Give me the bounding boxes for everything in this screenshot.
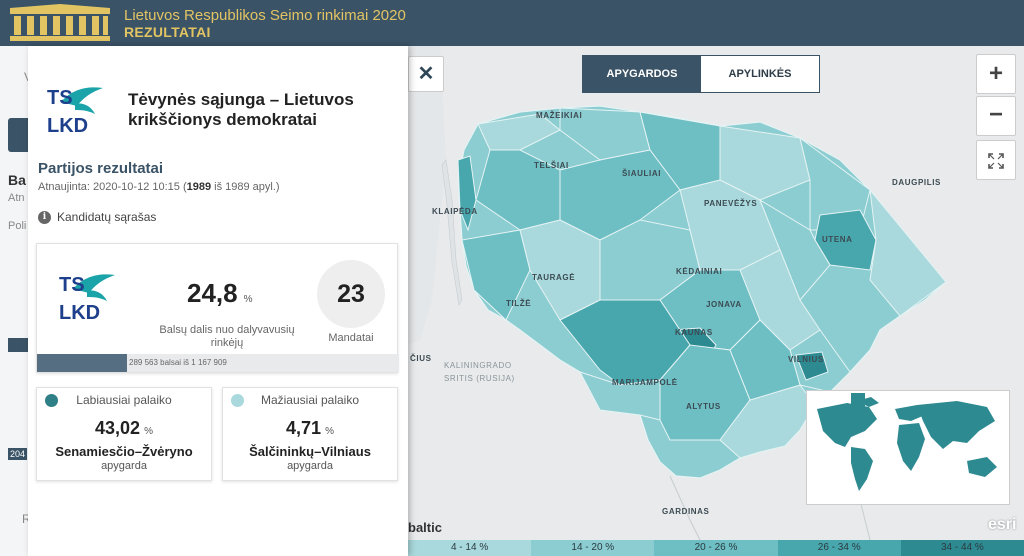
info-icon: i [38,210,51,224]
seats-label: Mandatai [328,332,374,344]
legend-item: 34 - 44 % [900,540,1024,556]
vote-progress-fill [37,354,127,372]
map-legend: 4 - 14 % 14 - 20 % 20 - 26 % 26 - 34 % 3… [408,540,1024,556]
world-map-icon [817,393,997,491]
bg-bar [8,338,28,352]
zoom-in-button[interactable]: + [976,54,1016,94]
map-label: TELŠIAI [534,161,569,170]
map-label: MAŽEIKIAI [536,111,582,120]
party-logo-text: TS [59,274,85,296]
card-title: Mažiausiai palaiko [260,393,360,407]
legend-item: 26 - 34 % [777,540,901,556]
bg-label: 204 [8,448,28,460]
section-title: Partijos rezultatai [38,160,164,177]
party-logo-icon: TS LKD [47,87,103,136]
least-support-card[interactable]: Mažiausiai palaiko 4,71% Šalčininkų–Viln… [222,387,398,481]
updated-text: Atnaujinta: 2020-10-12 10:15 (1989 iš 19… [38,181,280,193]
legend-item: 14 - 20 % [531,540,655,556]
party-logo-text: TS [47,87,73,109]
candidates-link[interactable]: i Kandidatų sąrašas [38,210,156,224]
map-label: PANEVĖŽYS [704,199,757,208]
vote-share: 24,8% [187,278,253,308]
map-label: KAUNAS [675,328,713,337]
map-label: GARDINAS [662,507,710,516]
map-label: TILŽĖ [506,299,531,308]
party-logo-icon: TS LKD [59,274,115,324]
close-panel-button[interactable]: ✕ [408,56,444,92]
map-label: JONAVA [706,300,742,309]
map-label: MARIJAMPOLĖ [612,378,678,387]
view-toggle[interactable]: APYGARDOS APYLINKĖS [582,55,820,93]
toggle-apylinkes[interactable]: APYLINKĖS [701,56,819,92]
map-label: UTENA [822,235,853,244]
party-logo-text: LKD [59,302,100,324]
candidates-link-label: Kandidatų sąrašas [57,210,157,224]
seimas-logo-icon [10,4,110,41]
card-value: 43,02% [95,418,153,438]
map-region-label: KALININGRADO [444,361,512,370]
bg-button[interactable] [8,118,30,152]
party-name: Tėvynės sąjunga – Lietuvos krikščionys d… [128,90,354,129]
fullscreen-icon [988,153,1004,169]
map-label: KĖDAINIAI [676,267,722,276]
map-label: DAUGPILIS [892,178,941,187]
map-label: KLAIPĖDA [432,207,478,216]
party-results-panel: TS LKD Tėvynės sąjunga – Lietuvos krikšč… [28,46,408,556]
map-label: ALYTUS [686,402,721,411]
vote-progress-bar: 289 563 balsai iš 1 167 909 [37,354,399,372]
bg-label: Ba [8,172,26,188]
toggle-apygardos[interactable]: APYGARDOS [583,56,701,92]
attribution-baltic: baltic [408,520,442,535]
map-label: ČIUS [410,354,432,363]
district-type: apygarda [101,460,147,472]
bg-label: Atn [8,192,25,204]
district-name: Senamiesčio–Žvėryno [55,444,193,459]
fullscreen-button[interactable] [976,140,1016,180]
app-header: Lietuvos Respublikos Seimo rinkimai 2020… [0,0,1024,46]
map-region-label: SRITIS (RUSIJA) [444,374,515,383]
vote-share-label: Balsų dalis nuo dalyvavusių rinkėjų [159,324,295,349]
most-support-card[interactable]: Labiausiai palaiko 43,02% Senamiesčio–Žv… [36,387,212,481]
legend-item: 20 - 26 % [654,540,778,556]
map-label: TAURAGĖ [532,273,575,282]
world-overview-map[interactable] [806,390,1010,505]
card-value: 4,71% [286,418,334,438]
district-name: Šalčininkų–Vilniaus [249,444,371,459]
card-title: Labiausiai palaiko [76,393,172,407]
map-label: ŠIAULIAI [622,169,661,178]
seats-count: 23 [317,260,385,328]
district-type: apygarda [287,460,333,472]
votes-text: 289 563 balsai iš 1 167 909 [129,358,227,367]
app-subtitle: REZULTATAI [124,24,211,40]
party-result-card: TS LKD 24,8% Balsų dalis nuo dalyvavusių… [36,243,399,373]
map-label: VILNIUS [788,355,824,364]
party-logo-text: LKD [47,115,88,136]
zoom-out-button[interactable]: − [976,96,1016,136]
app-title: Lietuvos Respublikos Seimo rinkimai 2020 [124,7,406,24]
legend-item: 4 - 14 % [408,540,532,556]
attribution-esri: esri [988,516,1017,533]
bg-label: Poli [8,220,27,232]
